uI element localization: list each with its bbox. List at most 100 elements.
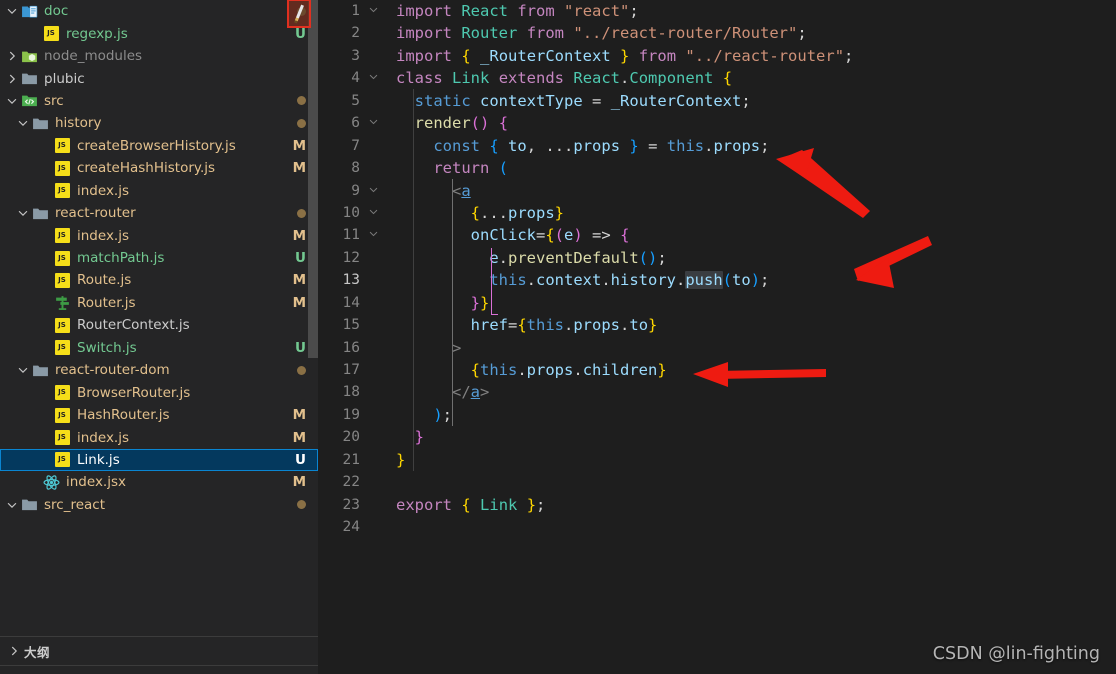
code-line[interactable]: 22 (318, 471, 1116, 493)
line-number: 3 (351, 47, 360, 64)
code-line[interactable]: 21} (318, 449, 1116, 471)
tree-item[interactable]: JS Route.js M (0, 269, 318, 291)
line-text: {this.props.children} (470, 361, 667, 379)
chevron-down-icon[interactable] (4, 497, 20, 513)
folder-status-dot (297, 208, 306, 218)
chevron-down-icon[interactable] (15, 362, 31, 378)
js-icon: JS (53, 137, 71, 155)
line-number: 10 (342, 204, 360, 221)
code-line[interactable]: 9 <a (318, 180, 1116, 202)
js-icon: JS (53, 316, 71, 334)
code-line[interactable]: 4 class Link extends React.Component { (318, 67, 1116, 89)
tree-item[interactable]: JS RouterContext.js (0, 314, 318, 336)
code-line[interactable]: 5 static contextType = _RouterContext; (318, 90, 1116, 112)
line-number: 4 (351, 70, 360, 87)
code-line[interactable]: 12 e.preventDefault(); (318, 247, 1116, 269)
code-line[interactable]: 6 render() { (318, 112, 1116, 134)
folder-icon (31, 204, 49, 222)
tree-item[interactable]: JS Switch.js U (0, 337, 318, 359)
code-line[interactable]: 10 {...props} (318, 202, 1116, 224)
tree-item[interactable]: JS index.js M (0, 426, 318, 448)
js-icon: JS (53, 227, 71, 245)
tree-item[interactable]: JS HashRouter.js M (0, 404, 318, 426)
code-line[interactable]: 13 this.context.history.push(to); (318, 269, 1116, 291)
code-line[interactable]: 24 (318, 516, 1116, 538)
code-editor[interactable]: 1 import React from "react"; 2 import Route… (318, 0, 1116, 674)
chevron-right-icon[interactable] (6, 643, 22, 659)
line-number: 22 (342, 474, 360, 491)
tree-item-label: regexp.js (66, 25, 128, 42)
tree-item-label: doc (44, 3, 69, 20)
outline-panel[interactable]: 大纲 (0, 636, 318, 674)
tree-item[interactable]: JS BrowserRouter.js (0, 381, 318, 403)
fold-chevron-icon[interactable] (368, 0, 382, 22)
code-line[interactable]: 14 }} (318, 292, 1116, 314)
tree-item[interactable]: node_modules (0, 45, 318, 67)
fold-chevron-icon[interactable] (368, 202, 382, 224)
react-icon (42, 473, 60, 491)
code-line[interactable]: 20 } (318, 426, 1116, 448)
tree-item-selected[interactable]: JS Link.js U (0, 448, 318, 472)
fold-chevron-icon[interactable] (368, 112, 382, 134)
explorer-sidebar: doc JS regexp.js Unode_modules plubic src hist… (0, 0, 318, 674)
line-number: 18 (342, 384, 360, 401)
code-line[interactable]: 18 </a> (318, 381, 1116, 403)
tree-item[interactable]: src_react (0, 494, 318, 516)
tree-item[interactable]: JS regexp.js U (0, 22, 318, 44)
chevron-down-icon[interactable] (4, 3, 20, 19)
line-number: 7 (351, 137, 360, 154)
tree-item[interactable]: JS createHashHistory.js M (0, 157, 318, 179)
panel-divider (0, 665, 318, 674)
code-line[interactable]: 19 ); (318, 404, 1116, 426)
chevron-right-icon[interactable] (4, 71, 20, 87)
line-text: export { Link }; (396, 495, 546, 514)
code-line[interactable]: 2 import Router from "../react-router/Rou… (318, 22, 1116, 44)
tree-item[interactable]: doc (0, 0, 318, 22)
file-tree[interactable]: doc JS regexp.js Unode_modules plubic src hist… (0, 0, 318, 636)
code-line[interactable]: 15 href={this.props.to} (318, 314, 1116, 336)
fold-chevron-icon[interactable] (368, 67, 382, 89)
tree-item-label: index.jsx (66, 474, 126, 491)
git-status-badge: U (295, 451, 306, 468)
chevron-down-icon[interactable] (4, 93, 20, 109)
js-icon: JS (53, 384, 71, 402)
tree-item[interactable]: JS matchPath.js U (0, 247, 318, 269)
chevron-down-icon[interactable] (15, 115, 31, 131)
git-status-badge: M (292, 407, 306, 424)
line-text: </a> (452, 383, 490, 402)
tree-item[interactable]: JS index.js M (0, 224, 318, 246)
tree-item[interactable]: JS index.js (0, 180, 318, 202)
line-number: 13 (342, 272, 360, 289)
code-line[interactable]: 3 import { _RouterContext } from "../reac… (318, 45, 1116, 67)
line-number: 21 (342, 451, 360, 468)
tree-item[interactable]: index.jsx M (0, 471, 318, 493)
chevron-right-icon[interactable] (4, 48, 20, 64)
tree-item[interactable]: src (0, 90, 318, 112)
code-line[interactable]: 11 onClick={(e) => { (318, 224, 1116, 246)
code-line[interactable]: 1 import React from "react"; (318, 0, 1116, 22)
tree-item[interactable]: Router.js M (0, 292, 318, 314)
tree-item[interactable]: react-router (0, 202, 318, 224)
code-line[interactable]: 16 > (318, 337, 1116, 359)
tree-item[interactable]: history (0, 112, 318, 134)
code-line[interactable]: 8 return ( (318, 157, 1116, 179)
line-number: 16 (342, 339, 360, 356)
code-content[interactable]: 1 import React from "react"; 2 import Route… (318, 0, 1116, 674)
js-icon: JS (53, 339, 71, 357)
fold-chevron-icon[interactable] (368, 224, 382, 246)
chevron-down-icon[interactable] (15, 205, 31, 221)
code-line[interactable]: 17 {this.props.children} (318, 359, 1116, 381)
fold-chevron-icon[interactable] (368, 180, 382, 202)
line-text: href={this.props.to} (470, 316, 658, 335)
folder-src-icon (20, 92, 38, 110)
tree-item-label: src_react (44, 496, 106, 513)
tree-item[interactable]: plubic (0, 67, 318, 89)
tree-item[interactable]: JS createBrowserHistory.js M (0, 135, 318, 157)
tree-item-label: Link.js (77, 451, 120, 468)
line-number: 23 (342, 496, 360, 513)
code-line[interactable]: 7 const { to, ...props } = this.props; (318, 135, 1116, 157)
tree-item[interactable]: react-router-dom (0, 359, 318, 381)
bracket-scope-bar (491, 248, 498, 315)
code-line[interactable]: 23 export { Link }; (318, 494, 1116, 516)
sidebar-scrollbar[interactable] (308, 0, 318, 358)
